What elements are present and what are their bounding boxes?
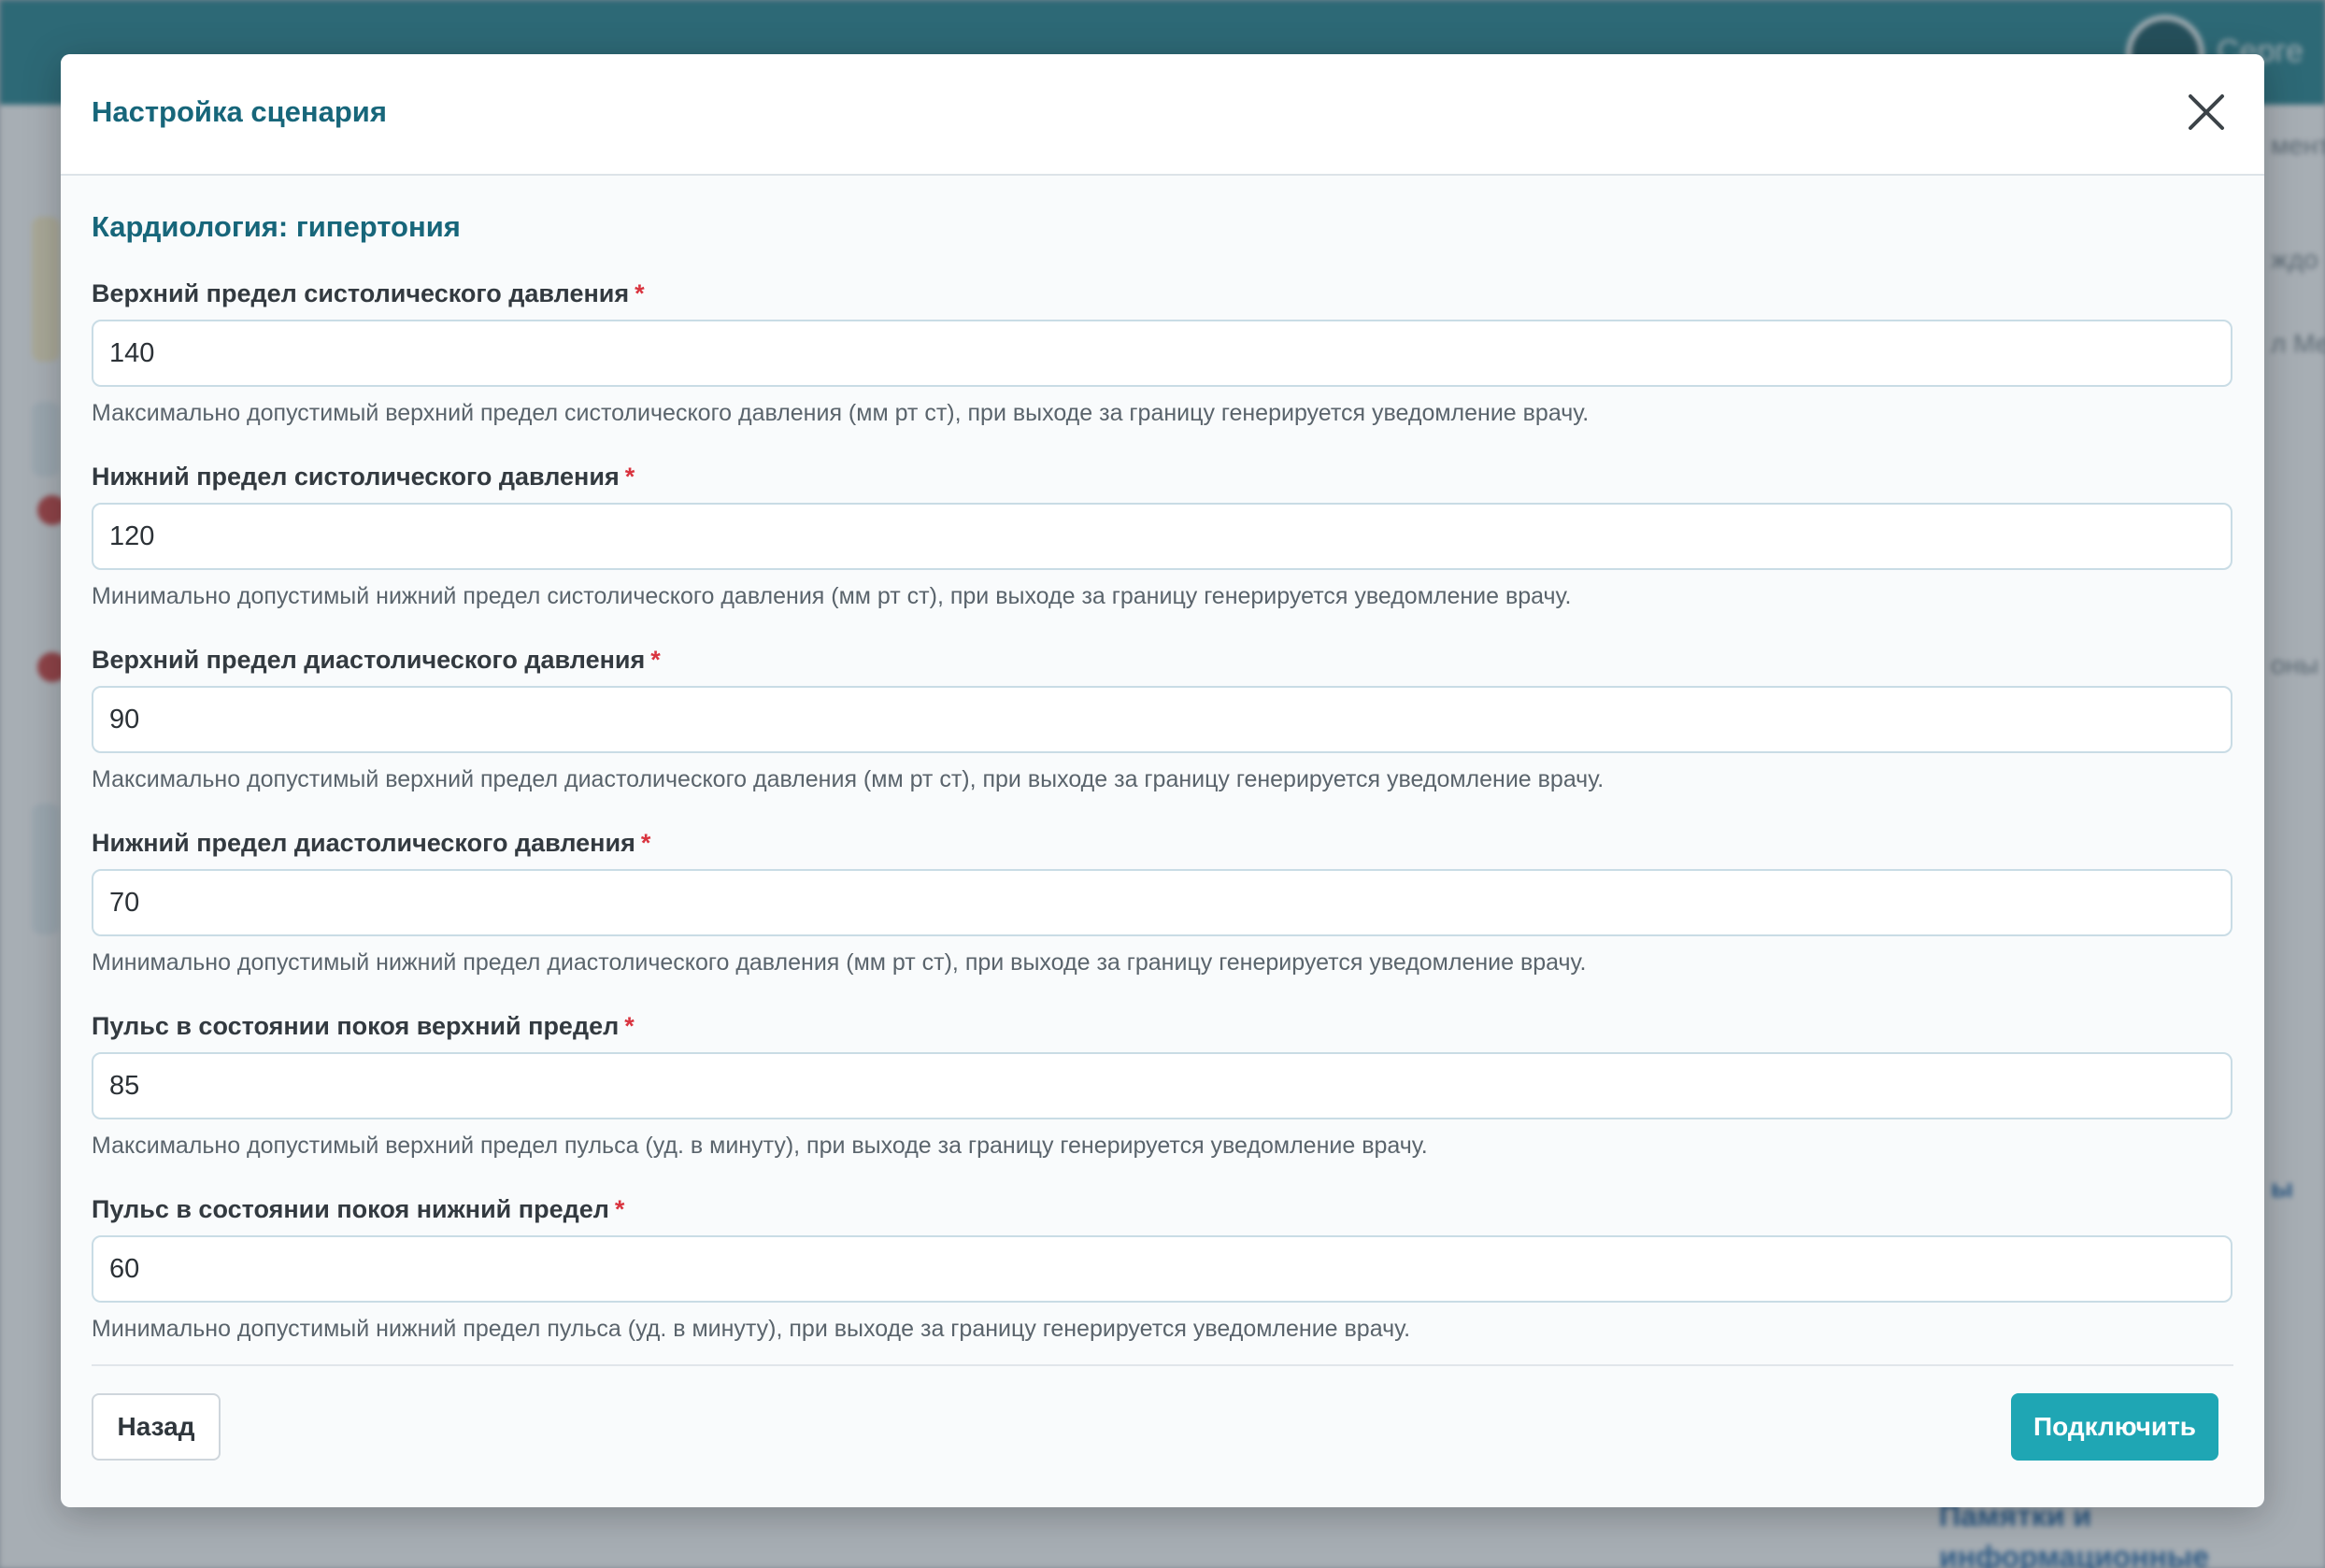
required-mark: * [650,646,661,674]
diastolic-lower-input[interactable] [92,869,2232,936]
pulse-lower-input[interactable] [92,1235,2232,1303]
field-systolic-lower: Нижний предел систолического давления* М… [92,462,2233,611]
field-label-text: Верхний предел систолического давления [92,279,630,307]
pulse-upper-input[interactable] [92,1052,2232,1119]
field-label: Пульс в состоянии покоя верхний предел * [92,1011,2233,1041]
systolic-lower-input[interactable] [92,503,2232,570]
field-label: Пульс в состоянии покоя нижний предел * [92,1194,2233,1224]
field-hint: Максимально допустимый верхний предел пу… [92,1133,1428,1159]
required-mark: * [614,1195,625,1223]
field-label-text: Пульс в состоянии покоя верхний предел [92,1012,620,1040]
close-button[interactable] [2186,92,2227,133]
field-hint: Минимально допустимый нижний предел пуль… [92,1316,1411,1342]
systolic-upper-input[interactable] [92,320,2232,387]
field-diastolic-lower: Нижний предел диастолического давления * … [92,828,2233,977]
field-hint: Максимально допустимый верхний предел ди… [92,766,1605,792]
field-label: Нижний предел диастолического давления * [92,828,2233,858]
field-pulse-lower: Пульс в состоянии покоя нижний предел* М… [92,1194,2233,1344]
field-label: Верхний предел диастолического давления * [92,645,2233,675]
field-label-text: Верхний предел диастолического давления [92,646,646,674]
required-mark: * [640,829,651,857]
field-label: Нижний предел систолического давления * [92,462,2233,492]
modal-footer: Назад Подключить [92,1366,2233,1469]
field-label-text: Нижний предел систолического давления [92,463,620,491]
field-diastolic-upper: Верхний предел диастолического давления *… [92,645,2233,794]
diastolic-upper-input[interactable] [92,686,2232,753]
field-hint: Минимально допустимый нижний предел сист… [92,583,1572,609]
field-hint: Минимально допустимый нижний предел диас… [92,949,1587,976]
field-systolic-upper: Верхний предел систолического давления * … [92,278,2233,428]
required-mark: * [635,279,645,307]
close-icon [2189,94,2224,130]
field-pulse-upper: Пульс в состоянии покоя верхний предел * … [92,1011,2233,1161]
modal-body: Кардиология: гипертония Верхний предел с… [61,209,2264,1469]
field-label-text: Нижний предел диастолического давления [92,829,635,857]
section-title: Кардиология: гипертония [92,210,461,243]
scenario-settings-modal: Настройка сценария Кардиология: гипертон… [61,54,2264,1507]
connect-button[interactable]: Подключить [2011,1393,2218,1461]
required-mark: * [624,463,635,491]
field-label: Верхний предел систолического давления * [92,278,2233,308]
modal-header: Настройка сценария [61,54,2264,176]
modal-title: Настройка сценария [92,95,387,128]
field-label-text: Пульс в состоянии покоя нижний предел [92,1195,609,1223]
field-hint: Максимально допустимый верхний предел си… [92,400,1590,426]
required-mark: * [624,1012,635,1040]
back-button[interactable]: Назад [92,1393,221,1461]
